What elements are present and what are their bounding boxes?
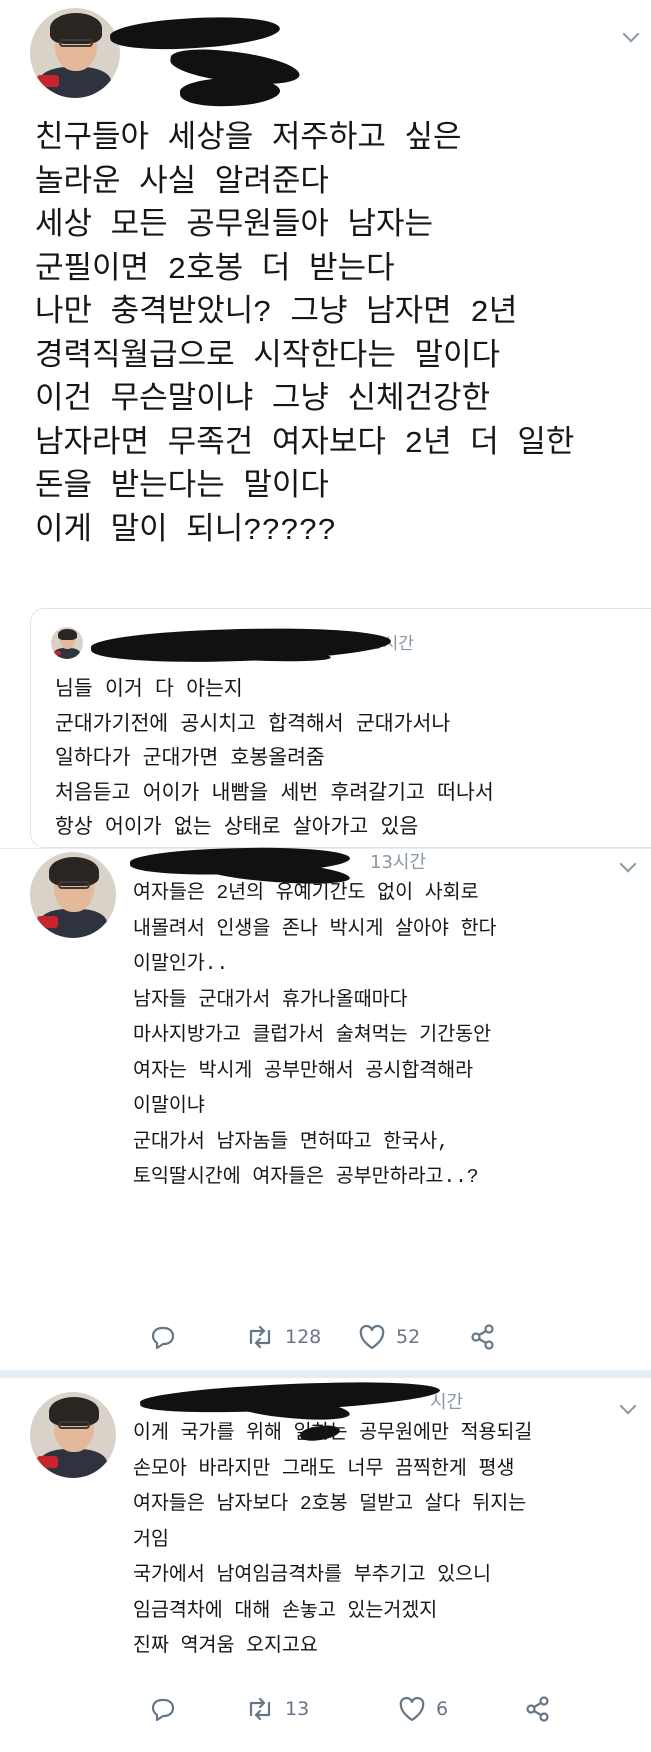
avatar: [51, 627, 83, 659]
quoted-tweet[interactable]: 10시간 님들 이거 다 아는지 군대가기전에 공시치고 합격해서 군대가서나 …: [30, 608, 651, 848]
reply-icon: [151, 1326, 175, 1349]
separator: [0, 848, 651, 849]
retweet-button[interactable]: 128: [245, 1320, 321, 1354]
like-count: 52: [396, 1326, 421, 1348]
like-count: 6: [436, 1698, 449, 1720]
chevron-down-icon[interactable]: [619, 1397, 637, 1415]
like-button[interactable]: 6: [398, 1692, 448, 1726]
like-button[interactable]: 52: [358, 1320, 420, 1354]
retweet-button[interactable]: 13: [245, 1692, 309, 1726]
tweet-divider: [0, 1370, 651, 1378]
retweet-icon: [249, 1325, 271, 1349]
reply-text: 여자들은 2년의 유예기간도 없이 사회로 내몰려서 인생을 존나 박시게 살아…: [133, 882, 497, 1188]
chevron-down-icon[interactable]: [619, 855, 637, 873]
reply-button[interactable]: [150, 1692, 176, 1726]
like-icon: [359, 1324, 385, 1350]
reply-button[interactable]: [150, 1320, 176, 1354]
retweet-count: 128: [285, 1326, 322, 1348]
share-button[interactable]: [469, 1320, 497, 1354]
tweet-actions: 128 52: [133, 1320, 613, 1354]
avatar[interactable]: [30, 852, 116, 938]
tweet-actions: 13 6: [133, 1692, 613, 1726]
like-icon: [399, 1696, 425, 1722]
avatar[interactable]: [30, 8, 120, 98]
reply-icon: [151, 1698, 175, 1721]
tweet-text: 친구들아 세상을 저주하고 싶은 놀라운 사실 알려준다 세상 모든 공무원들아…: [35, 122, 575, 549]
retweet-count: 13: [285, 1698, 310, 1720]
chevron-down-icon[interactable]: [622, 25, 640, 43]
avatar[interactable]: [30, 1392, 116, 1478]
retweet-icon: [249, 1697, 271, 1721]
reply-timestamp: 13시간: [370, 852, 427, 873]
redaction-mark: [179, 75, 281, 109]
quoted-tweet-text: 님들 이거 다 아는지 군대가기전에 공시치고 합격해서 군대가서나 일하다가 …: [55, 679, 494, 840]
share-button[interactable]: [524, 1692, 552, 1726]
reply-text: 이게 국가를 위해 일하는 공무원에만 적용되길 손모아 바라지만 그래도 너무…: [133, 1422, 533, 1657]
redaction-mark: [109, 12, 281, 54]
share-icon: [526, 1696, 549, 1722]
share-icon: [471, 1324, 494, 1350]
